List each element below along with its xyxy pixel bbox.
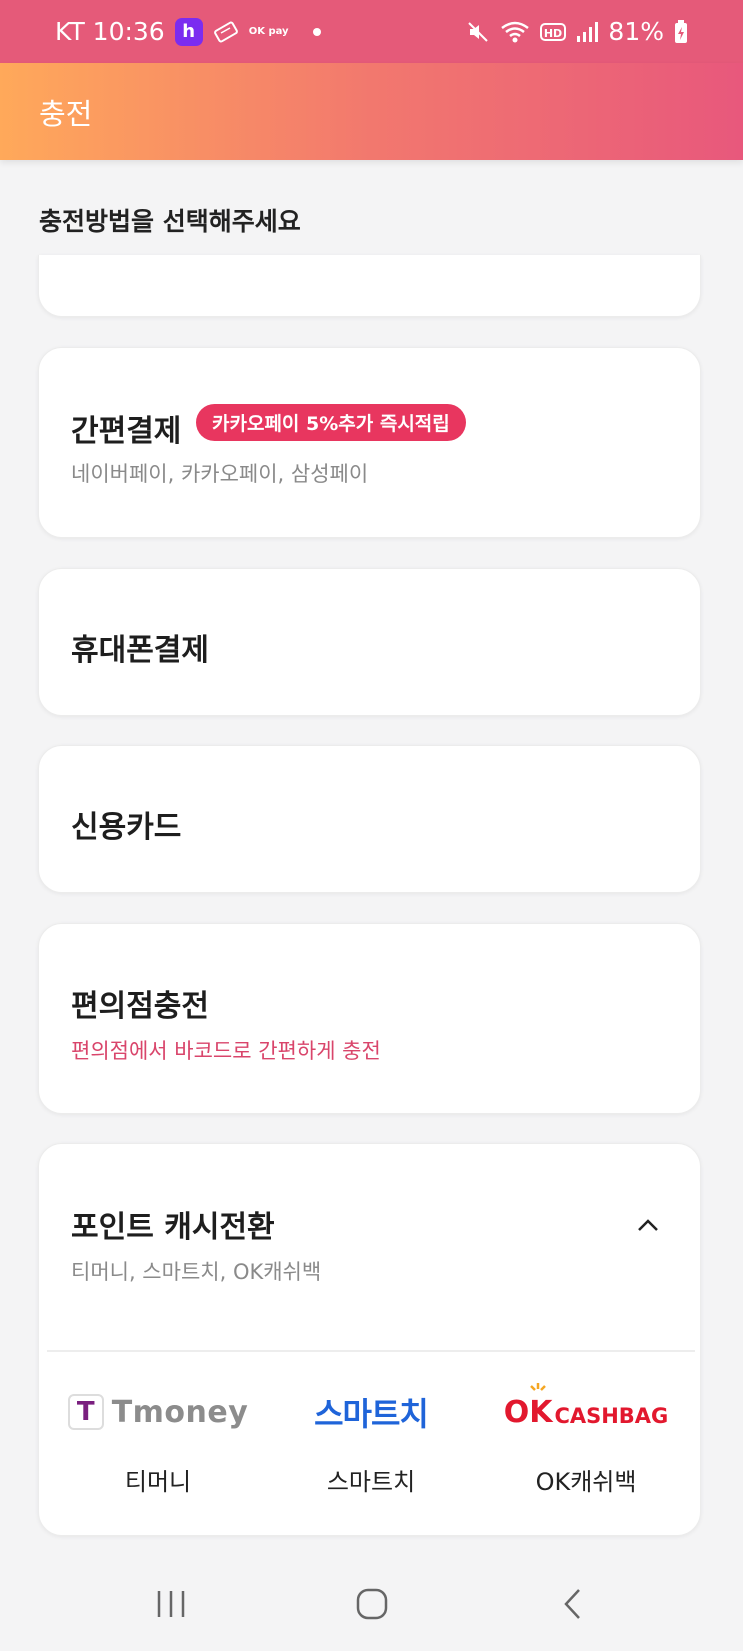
ticket-icon [213,19,239,45]
method-subtitle: 네이버페이, 카카오페이, 삼성페이 [71,462,369,486]
chevron-up-icon[interactable] [636,1214,660,1238]
carrier-time: KT 10:36 [55,17,165,46]
tmoney-logo: T Tmoney [58,1384,258,1440]
partner-label: 티머니 [124,1468,192,1496]
method-card-partial[interactable] [38,255,701,317]
promo-badge: 카카오페이 5%추가 즉시적립 [196,404,466,441]
tmoney-wordmark: Tmoney [111,1394,249,1430]
mute-icon [466,20,490,44]
partner-tmoney[interactable]: T Tmoney 티머니 [58,1384,258,1497]
tmoney-mark: T [67,1394,104,1430]
battery-percent: 81% [608,17,664,46]
method-subtitle: 편의점에서 바코드로 간편하게 충전 [71,1039,381,1063]
cashbag-wordmark: CASHBAG [554,1403,669,1428]
smartouch-logo: 스마트치 [271,1384,471,1440]
back-icon[interactable] [543,1574,603,1634]
method-title: 신용카드 [71,810,182,845]
spark-icon [529,1382,546,1391]
recent-apps-icon[interactable] [141,1574,201,1634]
method-title: 간편결제 [71,414,182,449]
system-nav-bar [0,1556,743,1651]
status-bar: KT 10:36 h OK pay HD 81% [0,0,743,63]
method-card-credit-card[interactable]: 신용카드 [38,745,701,893]
signal-icon [576,21,599,43]
status-left: KT 10:36 h OK pay [55,17,321,46]
method-title: 휴대폰결제 [71,633,209,668]
divider [47,1350,695,1352]
battery-charging-icon [674,19,688,44]
svg-text:HD: HD [544,27,562,40]
ok-wordmark: OK [504,1382,552,1430]
partner-okcashbag[interactable]: OK CASHBAG OK캐쉬백 [486,1382,686,1497]
app-bar: 충전 [0,63,743,160]
smartouch-wordmark: 스마트치 [314,1395,429,1433]
partner-label: 스마트치 [326,1468,416,1496]
method-card-point-conversion[interactable]: 포인트 캐시전환 티머니, 스마트치, OK캐쉬백 T Tmoney 티머니 스… [38,1143,701,1536]
wifi-icon [500,20,530,44]
partner-smartouch[interactable]: 스마트치 스마트치 [271,1384,471,1497]
method-subtitle: 티머니, 스마트치, OK캐쉬백 [71,1260,322,1284]
method-card-phone-pay[interactable]: 휴대폰결제 [38,568,701,716]
section-heading: 충전방법을 선택해주세요 [39,207,301,236]
page-title: 충전 [39,96,93,131]
method-title: 포인트 캐시전환 [71,1210,275,1245]
method-card-easy-pay[interactable]: 간편결제 카카오페이 5%추가 즉시적립 네이버페이, 카카오페이, 삼성페이 [38,347,701,538]
notification-dot [312,27,321,36]
okpay-icon: OK pay [248,25,289,37]
hd-icon: HD [540,22,567,42]
status-right: HD 81% [466,17,688,46]
home-icon[interactable] [342,1574,402,1634]
h-app-icon: h [174,17,203,46]
partner-label: OK캐쉬백 [535,1468,637,1496]
method-title: 편의점충전 [71,989,209,1024]
okcashbag-logo: OK CASHBAG [486,1382,686,1440]
method-card-convenience-store[interactable]: 편의점충전 편의점에서 바코드로 간편하게 충전 [38,923,701,1114]
